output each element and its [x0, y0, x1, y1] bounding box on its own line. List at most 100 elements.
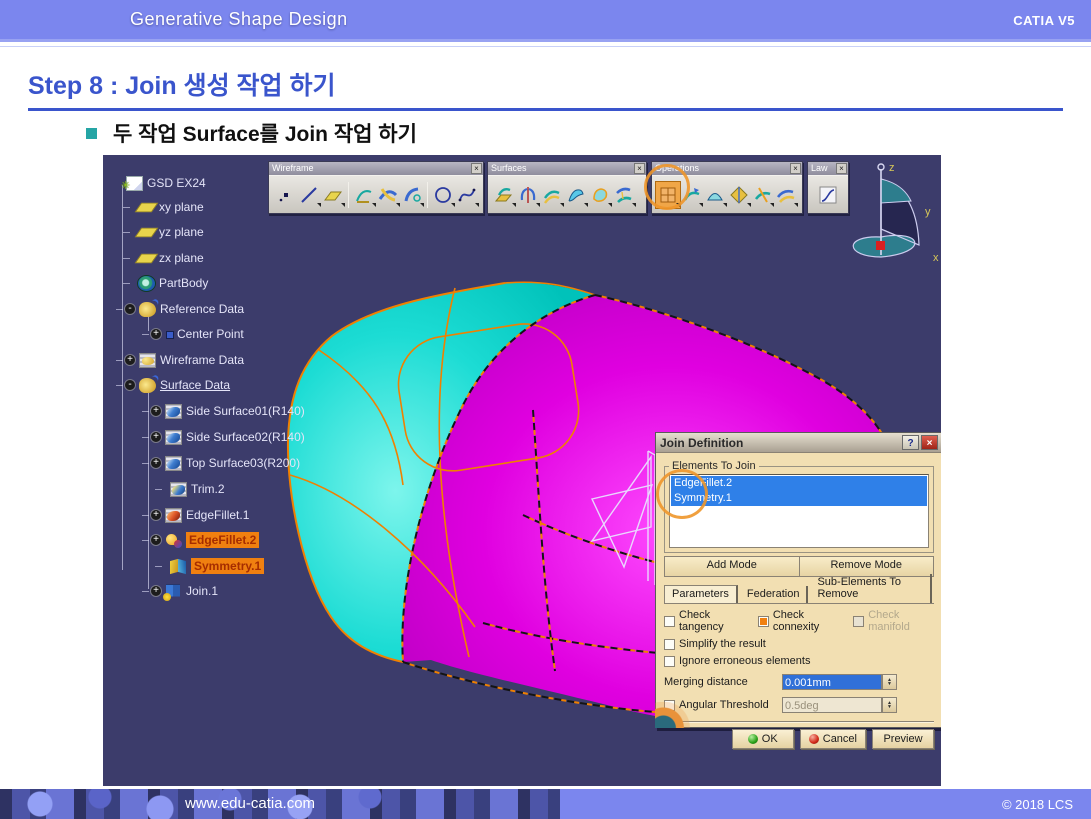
spinner-icon[interactable] — [882, 697, 897, 713]
tree-expand-toggle[interactable] — [124, 303, 136, 315]
check-connexity-checkbox[interactable] — [758, 616, 769, 627]
tree-item-reference-data[interactable]: Reference Data — [160, 302, 244, 316]
point-icon[interactable] — [273, 182, 297, 208]
angular-threshold-input: 0.5deg — [782, 697, 882, 713]
compass[interactable]: z y x — [839, 157, 939, 285]
revolve-icon[interactable] — [516, 182, 540, 208]
toolbar-title[interactable]: Operations — [652, 162, 802, 175]
tree-item-partbody[interactable]: PartBody — [159, 276, 208, 290]
projection-icon[interactable] — [352, 182, 376, 208]
disassemble-icon[interactable] — [727, 182, 751, 208]
preview-button[interactable]: Preview — [872, 729, 934, 749]
slide: Generative Shape Design CATIA V5 Step 8 … — [0, 0, 1091, 819]
tree-item-zx-plane[interactable]: zx plane — [159, 251, 204, 265]
trim-icon[interactable] — [774, 182, 798, 208]
tree-item-center-point[interactable]: Center Point — [177, 327, 244, 341]
offset-icon[interactable] — [540, 182, 564, 208]
split-icon[interactable] — [751, 182, 775, 208]
fill-icon[interactable] — [588, 182, 612, 208]
close-icon[interactable] — [471, 163, 482, 174]
spinner-icon[interactable] — [882, 674, 897, 690]
compass-z-label: z — [889, 162, 895, 174]
plane-icon — [135, 202, 159, 211]
tree-item-symmetry1-selected[interactable]: Symmetry.1 — [191, 558, 264, 574]
ok-button[interactable]: OK — [732, 729, 794, 749]
tree-expand-toggle[interactable] — [150, 405, 162, 417]
reflect-line-icon[interactable] — [400, 182, 424, 208]
tab-federation[interactable]: Federation — [740, 586, 809, 603]
tree-expand-toggle[interactable] — [150, 534, 162, 546]
ignore-erroneous-checkbox[interactable] — [664, 656, 675, 667]
app-title: Generative Shape Design — [130, 9, 348, 30]
dialog-tabs: Parameters Federation Sub-Elements To Re… — [664, 584, 934, 604]
tree-row: Side Surface01(R140) — [142, 401, 305, 421]
check-manifold-label: Check manifold — [868, 609, 934, 633]
tree-expand-toggle[interactable] — [150, 328, 162, 340]
tree-item-top-surface03[interactable]: Top Surface03(R200) — [186, 456, 300, 470]
extrude-icon[interactable] — [492, 182, 516, 208]
merging-distance-input[interactable]: 0.001mm — [782, 674, 882, 690]
tree-expand-toggle[interactable] — [124, 379, 136, 391]
tree-item-surface-data[interactable]: Surface Data — [160, 378, 230, 392]
tree-item-join1[interactable]: Join.1 — [186, 584, 218, 598]
untrim-icon[interactable] — [703, 182, 727, 208]
simplify-result-checkbox[interactable] — [664, 639, 675, 650]
check-tangency-checkbox[interactable] — [664, 616, 675, 627]
list-item-symmetry1[interactable]: Symmetry.1 — [671, 491, 927, 506]
join-icon[interactable] — [656, 182, 680, 208]
tree-row: Top Surface03(R200) — [142, 453, 300, 473]
footer-bar: www.edu-catia.com © 2018 LCS — [0, 789, 1091, 819]
tree-item-wireframe-data[interactable]: Wireframe Data — [160, 353, 244, 367]
tree-item-edgefillet1[interactable]: EdgeFillet.1 — [186, 508, 249, 522]
bullet-icon — [86, 128, 97, 139]
tree-item-xy-plane[interactable]: xy plane — [159, 200, 204, 214]
tree-item-side-surface02[interactable]: Side Surface02(R140) — [186, 430, 305, 444]
tree-expand-toggle[interactable] — [150, 457, 162, 469]
check-tangency-label: Check tangency — [679, 609, 747, 633]
tree-row: Side Surface02(R140) — [142, 427, 305, 447]
law-icon[interactable] — [816, 182, 840, 208]
close-icon[interactable] — [836, 163, 847, 174]
tree-row: xy plane — [123, 197, 204, 217]
elements-listbox[interactable]: EdgeFillet.2 Symmetry.1 — [669, 474, 929, 548]
partbody-gear-icon — [138, 276, 155, 291]
tab-parameters[interactable]: Parameters — [664, 585, 738, 603]
bullet-text: 두 작업 Surface를 Join 작업 하기 — [113, 118, 417, 148]
tree-expand-toggle[interactable] — [124, 354, 136, 366]
plane-icon[interactable] — [321, 182, 345, 208]
toolbar-title[interactable]: Law — [808, 162, 848, 175]
dialog-body: Elements To Join EdgeFillet.2 Symmetry.1… — [656, 454, 941, 727]
sweep-icon[interactable] — [564, 182, 588, 208]
elements-group-label: Elements To Join — [669, 460, 759, 472]
tree-expand-toggle[interactable] — [150, 509, 162, 521]
cancel-button[interactable]: Cancel — [800, 729, 866, 749]
tree-expand-toggle[interactable] — [150, 431, 162, 443]
list-item-edgefillet2[interactable]: EdgeFillet.2 — [671, 476, 927, 491]
circle-icon[interactable] — [431, 182, 455, 208]
healing-icon[interactable] — [680, 182, 704, 208]
symmetry-icon — [170, 559, 187, 574]
compass-y-label: y — [925, 206, 931, 218]
join-definition-dialog: Join Definition ? × Elements To Join Edg… — [655, 432, 941, 728]
toolbar-title[interactable]: Wireframe — [269, 162, 483, 175]
check-manifold-checkbox — [853, 616, 864, 627]
tab-sub-elements[interactable]: Sub-Elements To Remove — [810, 574, 932, 603]
dialog-titlebar[interactable]: Join Definition ? × — [656, 433, 941, 453]
add-mode-button[interactable]: Add Mode — [665, 557, 800, 576]
intersection-icon[interactable] — [376, 182, 400, 208]
close-icon[interactable] — [634, 163, 645, 174]
tree-item-yz-plane[interactable]: yz plane — [159, 225, 204, 239]
tree-item-trim2[interactable]: Trim.2 — [191, 482, 225, 496]
close-icon[interactable]: × — [921, 435, 938, 450]
toolbar-title[interactable]: Surfaces — [488, 162, 646, 175]
spline-icon[interactable] — [455, 182, 479, 208]
tree-item-edgefillet2-selected[interactable]: EdgeFillet.2 — [186, 532, 259, 548]
close-icon[interactable] — [790, 163, 801, 174]
tree-item-side-surface01[interactable]: Side Surface01(R140) — [186, 404, 305, 418]
help-icon[interactable]: ? — [902, 435, 919, 450]
tree-expand-toggle[interactable] — [150, 585, 162, 597]
line-icon[interactable] — [297, 182, 321, 208]
blend-icon[interactable] — [612, 182, 636, 208]
geometrical-set-icon — [139, 353, 156, 368]
tree-item-gsd-ex24[interactable]: GSD EX24 — [147, 176, 206, 190]
